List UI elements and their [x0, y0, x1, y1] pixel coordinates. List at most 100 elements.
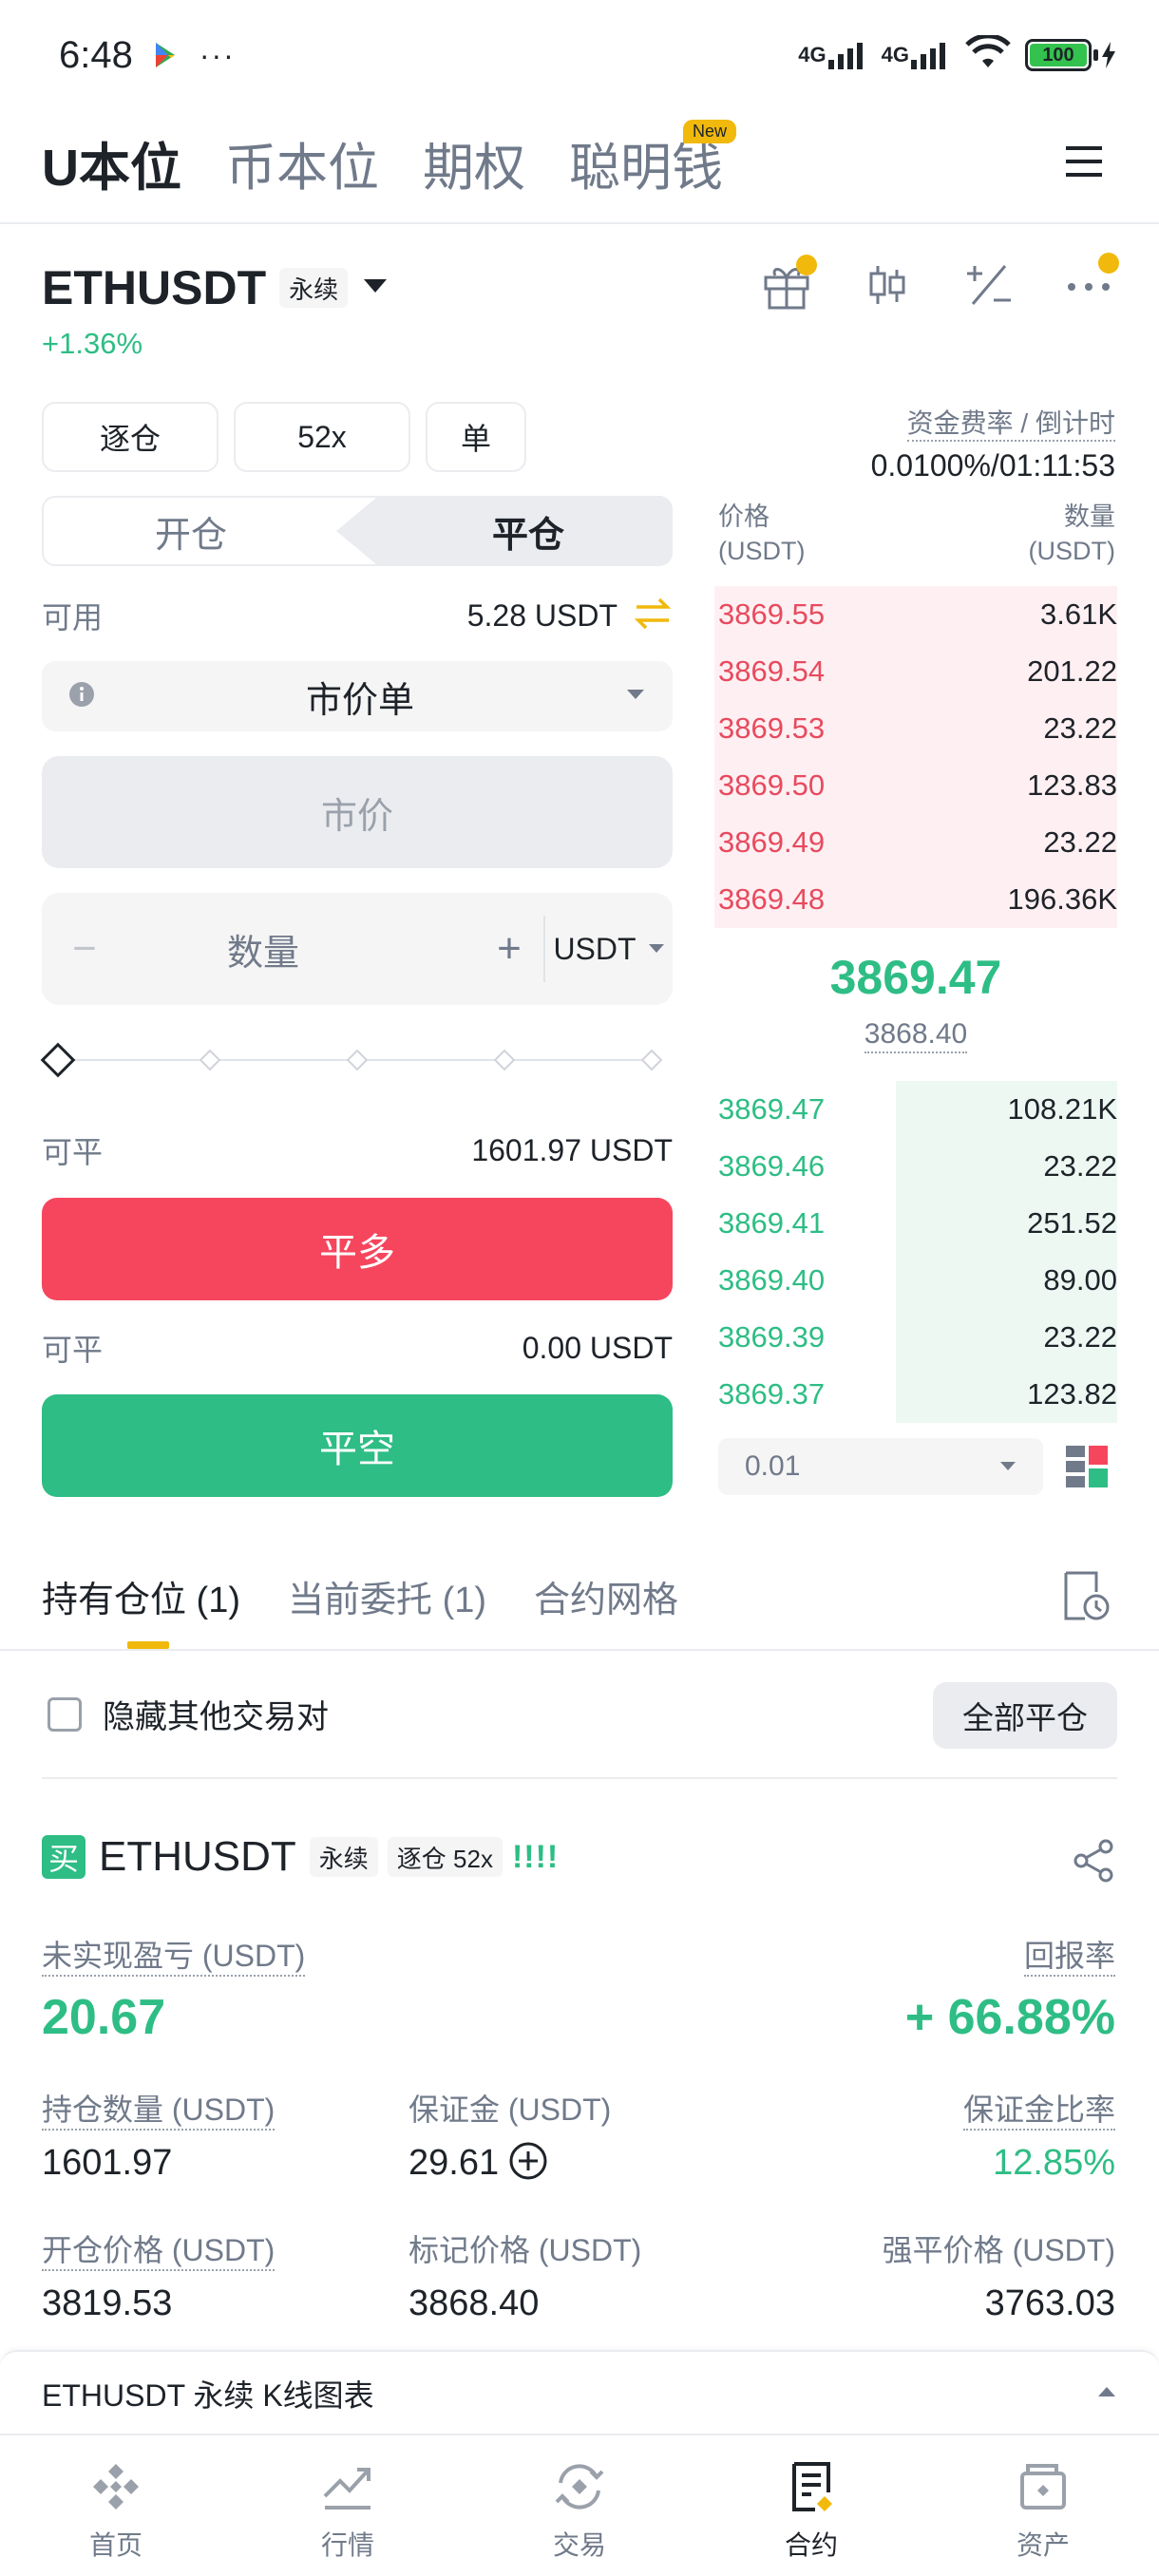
qty-minus-button[interactable]: −: [42, 925, 127, 973]
ask-row[interactable]: 3869.49 23.22: [718, 814, 1117, 871]
bid-row[interactable]: 3869.40 89.00: [718, 1252, 1117, 1309]
tab-open-orders[interactable]: 当前委托 (1): [288, 1570, 486, 1622]
ask-row[interactable]: 3869.48 196.36K: [718, 871, 1117, 928]
price-input[interactable]: 市价: [42, 756, 673, 868]
nav-markets[interactable]: 行情: [232, 2435, 464, 2576]
tab-close-label: 平仓: [491, 515, 564, 556]
tab-options[interactable]: 期权: [423, 125, 525, 200]
mark-label: 标记价格 (USDT): [408, 2233, 642, 2267]
trade-icon: [555, 2464, 604, 2510]
ask-price: 3869.49: [718, 825, 826, 859]
margin-mode-button[interactable]: 逐仓: [42, 402, 218, 472]
candlestick-icon[interactable]: [861, 258, 914, 316]
share-icon[interactable]: [1072, 1839, 1115, 1887]
close-long-button[interactable]: 平多: [42, 1198, 673, 1300]
ask-price: 3869.50: [718, 768, 826, 802]
precision-select[interactable]: 0.01: [718, 1438, 1043, 1495]
more-icon[interactable]: [1062, 253, 1119, 316]
slider-step: [640, 1049, 663, 1071]
bid-qty: 89.00: [1043, 1263, 1117, 1297]
bid-row[interactable]: 3869.37 123.82: [718, 1366, 1117, 1423]
caret-down-icon: [361, 276, 390, 300]
closable-label: 可平: [42, 1333, 104, 1367]
bid-qty: 123.82: [1027, 1377, 1117, 1411]
menu-icon[interactable]: [1062, 142, 1106, 180]
close-long-label: 平多: [319, 1232, 395, 1274]
slider-step: [346, 1049, 369, 1071]
funding-rate-label[interactable]: 资金费率 / 倒计时: [906, 403, 1115, 442]
calculator-icon[interactable]: [961, 258, 1015, 316]
open-close-switch: 开仓 平仓: [42, 496, 673, 566]
close-all-button[interactable]: 全部平仓: [933, 1682, 1117, 1749]
ask-qty: 3.61K: [1039, 597, 1117, 631]
history-icon[interactable]: [1062, 1569, 1112, 1627]
ask-row[interactable]: 3869.53 23.22: [718, 700, 1117, 757]
position-symbol[interactable]: ETHUSDT: [99, 1833, 296, 1881]
orderbook-layout-icon[interactable]: [1064, 1444, 1110, 1494]
tab-u-margined[interactable]: U本位: [42, 125, 181, 200]
tab-coin-margined[interactable]: 币本位: [225, 125, 379, 200]
mark-price[interactable]: 3868.40: [714, 1018, 1117, 1053]
closable-label: 可平: [42, 1135, 104, 1169]
tab-open[interactable]: 开仓: [44, 498, 376, 564]
margin-ratio-label[interactable]: 保证金比率: [962, 2086, 1115, 2131]
bid-row[interactable]: 3869.39 23.22: [718, 1309, 1117, 1366]
entry-label[interactable]: 开仓价格 (USDT): [42, 2226, 276, 2271]
nav-trade-label: 交易: [552, 2530, 606, 2560]
pnl-label[interactable]: 未实现盈亏 (USDT): [42, 1932, 306, 1977]
position-mode-button[interactable]: 单: [426, 402, 526, 472]
qty-plus-button[interactable]: +: [475, 925, 543, 973]
size-label[interactable]: 持仓数量 (USDT): [42, 2086, 276, 2131]
ask-row[interactable]: 3869.54 201.22: [718, 643, 1117, 700]
nav-trade[interactable]: 交易: [464, 2435, 695, 2576]
close-short-button[interactable]: 平空: [42, 1394, 673, 1497]
nav-home[interactable]: 首页: [0, 2435, 232, 2576]
roe-label[interactable]: 回报率: [1023, 1932, 1115, 1977]
nav-futures[interactable]: 合约: [695, 2435, 927, 2576]
kline-chart-bar[interactable]: ETHUSDT 永续 K线图表: [0, 2350, 1159, 2435]
transfer-icon[interactable]: [633, 594, 673, 638]
tab-close[interactable]: 平仓: [384, 496, 673, 566]
margin-label: 保证金 (USDT): [408, 2093, 612, 2127]
tab-open-label: 开仓: [154, 515, 227, 556]
nav-assets[interactable]: 资产: [927, 2435, 1159, 2576]
bid-row[interactable]: 3869.47 108.21K: [718, 1081, 1117, 1138]
bid-qty: 23.22: [1043, 1149, 1117, 1183]
notification-dot: [796, 255, 817, 275]
bid-qty: 251.52: [1027, 1206, 1117, 1240]
tab-smart-money[interactable]: 聪明钱 New: [569, 119, 736, 200]
hide-others-checkbox[interactable]: [48, 1696, 82, 1732]
available-value: 5.28 USDT: [466, 597, 618, 633]
slider-handle[interactable]: [40, 1042, 76, 1078]
active-tab-indicator: [127, 1641, 169, 1649]
closable-row-short: 可平 0.00 USDT: [42, 1324, 673, 1372]
gift-icon[interactable]: [760, 255, 817, 316]
add-margin-icon[interactable]: [508, 2141, 548, 2186]
quantity-input[interactable]: 数量: [127, 923, 475, 975]
hide-other-pairs[interactable]: 隐藏其他交易对: [48, 1691, 329, 1737]
bid-price: 3869.37: [718, 1377, 826, 1411]
bid-row[interactable]: 3869.41 251.52: [718, 1195, 1117, 1252]
qty-unit-select[interactable]: USDT: [545, 932, 673, 967]
margin-value: 29.61: [408, 2143, 500, 2183]
status-bar: 6:48 ··· 4G 4G 100: [0, 0, 1159, 110]
signal-icon-2: 4G: [882, 41, 951, 69]
bid-qty: 108.21K: [1007, 1092, 1118, 1126]
ask-qty: 23.22: [1043, 711, 1117, 745]
ask-qty: 123.83: [1027, 768, 1117, 802]
leverage-button[interactable]: 52x: [234, 402, 410, 472]
slider-step: [493, 1049, 516, 1071]
ask-row[interactable]: 3869.50 123.83: [718, 757, 1117, 814]
order-type-select[interactable]: 市价单: [42, 661, 673, 731]
tab-futures-grid[interactable]: 合约网格: [534, 1570, 678, 1622]
info-icon[interactable]: [68, 681, 95, 712]
bid-price: 3869.46: [718, 1149, 826, 1183]
ask-row[interactable]: 3869.55 3.61K: [718, 586, 1117, 643]
bid-row[interactable]: 3869.46 23.22: [718, 1138, 1117, 1195]
chevron-up-icon: [1096, 2385, 1117, 2403]
symbol-selector[interactable]: ETHUSDT 永续: [42, 260, 390, 315]
quantity-field: − 数量 + USDT: [42, 893, 673, 1005]
mark-value: 3868.40: [408, 2283, 540, 2323]
available-row: 可用 5.28 USDT: [42, 587, 673, 644]
tab-positions[interactable]: 持有仓位 (1): [42, 1570, 240, 1622]
